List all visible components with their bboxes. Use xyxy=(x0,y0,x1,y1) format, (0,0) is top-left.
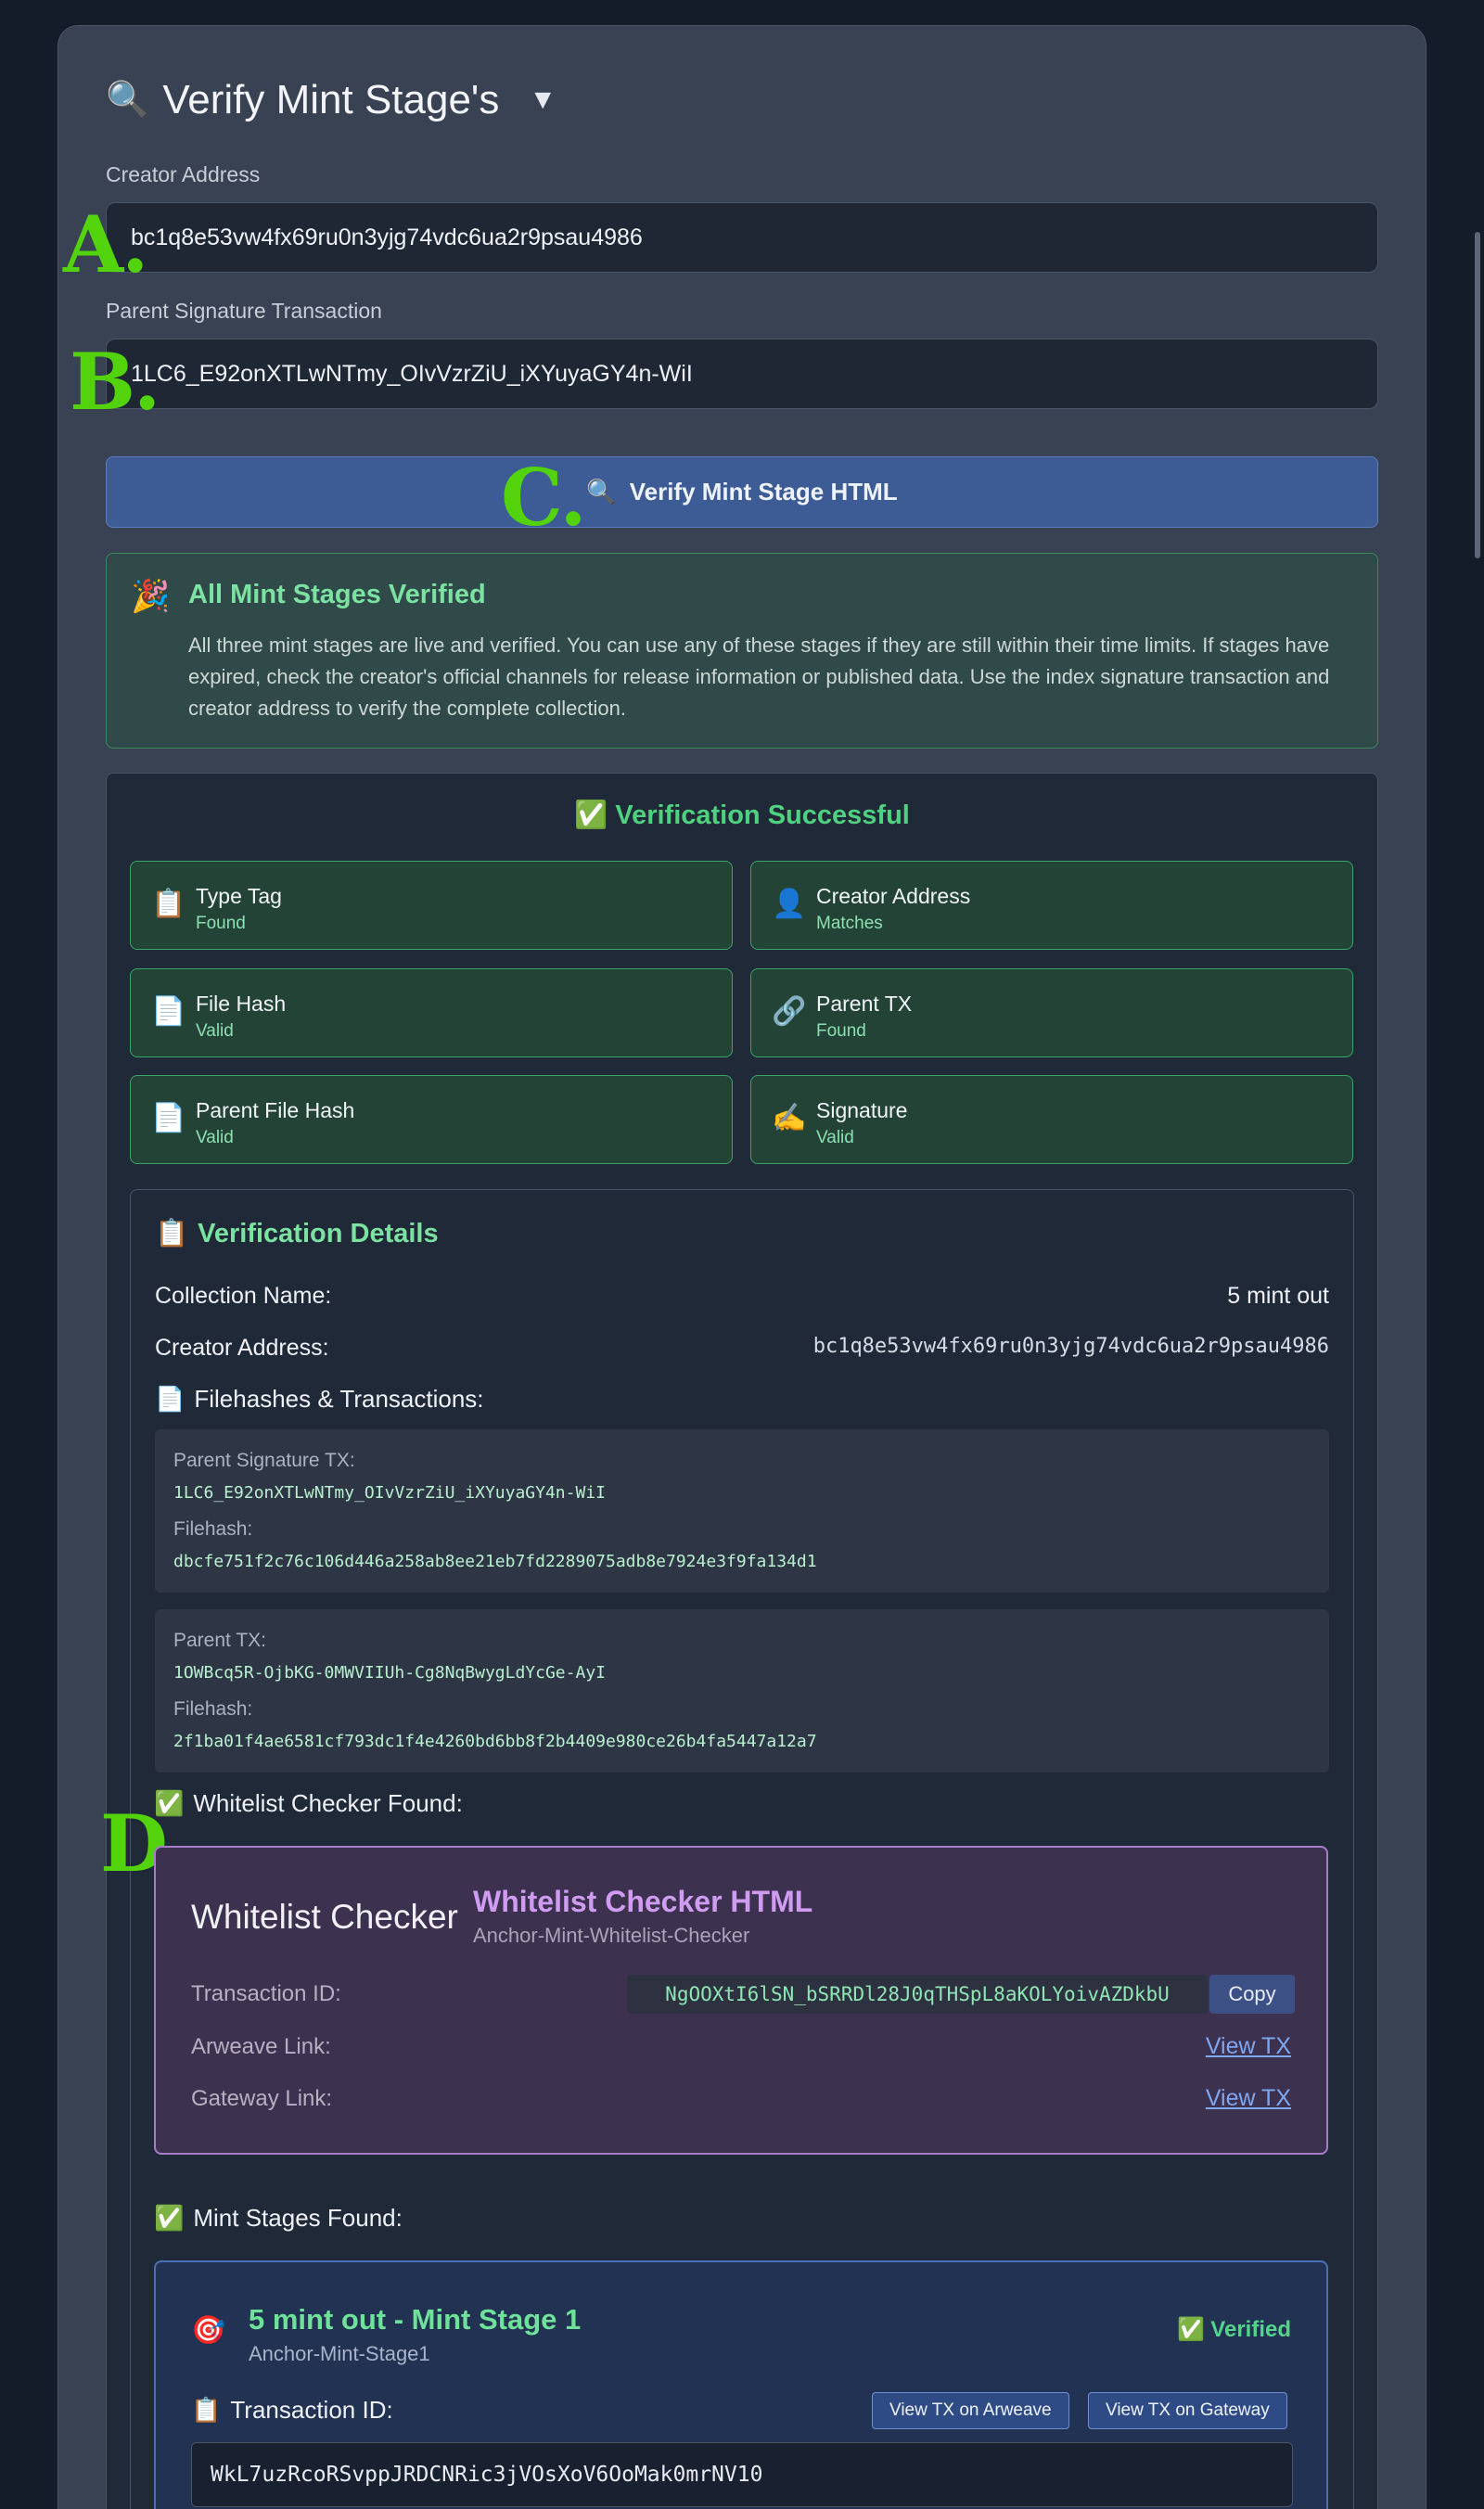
scrollbar[interactable] xyxy=(1475,232,1480,558)
creator-label: Creator Address: xyxy=(155,1335,329,1361)
details-title: 📋 Verification Details xyxy=(155,1218,439,1249)
tx-id-value[interactable]: NgOOXtI6lSN_bSRRDl28J0qTHSpL8aKOLYoivAZD… xyxy=(627,1975,1208,2014)
check-status: Found xyxy=(196,914,246,933)
document-icon: 📄 xyxy=(151,1103,186,1133)
gateway-view-tx-link[interactable]: View TX xyxy=(1206,2085,1291,2112)
creator-value: bc1q8e53vw4fx69ru0n3yjg74vdc6ua2r9psau49… xyxy=(812,1335,1329,1358)
triangle-down-icon[interactable]: ▼ xyxy=(529,84,556,116)
tx-id-label: Transaction ID: xyxy=(191,1981,341,2006)
creator-row: Creator Address: bc1q8e53vw4fx69ru0n3yjg… xyxy=(155,1335,1329,1362)
arweave-link-label: Arweave Link: xyxy=(191,2034,331,2059)
mint-stages-section-text: Mint Stages Found: xyxy=(193,2204,403,2232)
panel-header[interactable]: 🔍 Verify Mint Stage's ▼ xyxy=(106,72,556,128)
details-title-text: Verification Details xyxy=(198,1218,439,1248)
check-parent-file-hash: 📄 Parent File Hash Valid xyxy=(130,1075,733,1164)
user-icon: 👤 xyxy=(772,889,807,919)
whitelist-checker-card: Whitelist Checker Whitelist Checker HTML… xyxy=(154,1846,1328,2155)
check-name: File Hash xyxy=(196,992,287,1016)
check-status: Valid xyxy=(196,1128,234,1147)
party-popper-icon: 🎉 xyxy=(131,579,171,614)
tx-key: Parent Signature TX: xyxy=(173,1450,355,1471)
check-name: Creator Address xyxy=(816,884,971,908)
parent-signature-input[interactable]: 1LC6_E92onXTLwNTmy_OIvVzrZiU_iXYuyaGY4n-… xyxy=(106,339,1378,409)
clipboard-icon: 📋 xyxy=(191,2396,222,2424)
whitelist-subtitle: Anchor-Mint-Whitelist-Checker xyxy=(473,1924,750,1947)
annotation-b: B. xyxy=(70,336,160,428)
tx-block: Parent TX: 1OWBcq5R-OjbKG-0MWVIIUh-Cg8Nq… xyxy=(155,1609,1329,1773)
collection-row: Collection Name: 5 mint out xyxy=(155,1283,1329,1310)
verified-badge: ✅ Verified xyxy=(1177,2316,1291,2343)
check-name: Signature xyxy=(816,1098,908,1122)
check-type-tag: 📋 Type Tag Found xyxy=(130,861,733,950)
document-icon: 📄 xyxy=(155,1385,186,1413)
check-status: Matches xyxy=(816,914,883,933)
magnifier-icon: 🔍 xyxy=(586,478,617,506)
check-name: Parent TX xyxy=(816,992,913,1016)
mint-tx-value[interactable]: WkL7uzRcoRSvppJRDCNRic3jVOsXoV6OoMak0mrN… xyxy=(191,2442,1293,2507)
check-mark-icon: ✅ xyxy=(154,2204,185,2232)
view-tx-arweave-button[interactable]: View TX on Arweave xyxy=(872,2392,1069,2429)
verification-title: ✅ Verification Successful xyxy=(574,800,910,830)
success-alert: 🎉 All Mint Stages Verified All three min… xyxy=(106,553,1378,749)
creator-address-input[interactable]: bc1q8e53vw4fx69ru0n3yjg74vdc6ua2r9psau49… xyxy=(106,202,1378,273)
check-status: Found xyxy=(816,1021,866,1041)
filehash-value[interactable]: 2f1ba01f4ae6581cf793dc1f4e4260bd6bb8f2b4… xyxy=(173,1732,817,1751)
check-name: Type Tag xyxy=(196,884,282,908)
collection-label: Collection Name: xyxy=(155,1283,332,1309)
check-creator-address: 👤 Creator Address Matches xyxy=(750,861,1353,950)
whitelist-heading: Whitelist Checker xyxy=(191,1898,458,1936)
clipboard-icon: 📋 xyxy=(151,889,186,919)
copy-button[interactable]: Copy xyxy=(1209,1975,1295,2014)
target-icon: 🎯 xyxy=(191,2315,226,2346)
magnifier-icon: 🔍 xyxy=(106,81,150,120)
alert-title: All Mint Stages Verified xyxy=(188,580,486,609)
check-status: Valid xyxy=(196,1021,234,1041)
mint-stage-card: 🎯 5 mint out - Mint Stage 1 Anchor-Mint-… xyxy=(154,2260,1328,2509)
writing-hand-icon: ✍️ xyxy=(772,1103,807,1133)
mint-tx-label-text: Transaction ID: xyxy=(230,2396,393,2424)
tx-block: Parent Signature TX: 1LC6_E92onXTLwNTmy_… xyxy=(155,1429,1329,1593)
tx-key: Parent TX: xyxy=(173,1630,266,1651)
filehash-key: Filehash: xyxy=(173,1518,253,1540)
filehash-value[interactable]: dbcfe751f2c76c106d446a258ab8ee21eb7fd228… xyxy=(173,1552,817,1571)
whitelist-section-title: ✅ Whitelist Checker Found: xyxy=(154,1789,463,1818)
check-status: Valid xyxy=(816,1128,854,1147)
filehashes-title-text: Filehashes & Transactions: xyxy=(194,1385,484,1413)
verify-button-label: Verify Mint Stage HTML xyxy=(629,478,898,506)
link-icon: 🔗 xyxy=(772,996,807,1027)
mint-tx-label: 📋 Transaction ID: xyxy=(191,2396,393,2425)
page-title: Verify Mint Stage's xyxy=(162,77,500,122)
check-signature: ✍️ Signature Valid xyxy=(750,1075,1353,1164)
document-icon: 📄 xyxy=(151,996,186,1027)
creator-address-label: Creator Address xyxy=(106,162,261,186)
check-mark-icon: ✅ xyxy=(1177,2317,1206,2342)
view-tx-gateway-button[interactable]: View TX on Gateway xyxy=(1088,2392,1287,2429)
collection-value: 5 mint out xyxy=(1227,1283,1329,1309)
parent-signature-label: Parent Signature Transaction xyxy=(106,299,382,323)
filehashes-title: 📄 Filehashes & Transactions: xyxy=(155,1385,484,1414)
tx-value[interactable]: 1LC6_E92onXTLwNTmy_OIvVzrZiU_iXYuyaGY4n-… xyxy=(173,1483,606,1503)
clipboard-icon: 📋 xyxy=(155,1219,189,1248)
tx-value[interactable]: 1OWBcq5R-OjbKG-0MWVIIUh-Cg8NqBwygLdYcGe-… xyxy=(173,1663,606,1683)
check-name: Parent File Hash xyxy=(196,1098,355,1122)
check-file-hash: 📄 File Hash Valid xyxy=(130,968,733,1057)
alert-text: All three mint stages are live and verif… xyxy=(188,634,1330,720)
annotation-a: A. xyxy=(63,198,148,290)
verified-text: Verified xyxy=(1210,2316,1291,2342)
verify-button[interactable]: 🔍 Verify Mint Stage HTML xyxy=(106,456,1378,528)
whitelist-name: Whitelist Checker HTML xyxy=(473,1885,813,1918)
mint-stages-section-title: ✅ Mint Stages Found: xyxy=(154,2204,403,2233)
whitelist-section-text: Whitelist Checker Found: xyxy=(193,1789,463,1817)
mint-stage-subtitle: Anchor-Mint-Stage1 xyxy=(249,2342,430,2365)
arweave-view-tx-link[interactable]: View TX xyxy=(1206,2033,1291,2060)
gateway-link-label: Gateway Link: xyxy=(191,2086,333,2111)
mint-stage-name: 5 mint out - Mint Stage 1 xyxy=(249,2303,582,2336)
filehash-key: Filehash: xyxy=(173,1698,253,1720)
check-parent-tx: 🔗 Parent TX Found xyxy=(750,968,1353,1057)
annotation-c: C. xyxy=(501,452,587,544)
